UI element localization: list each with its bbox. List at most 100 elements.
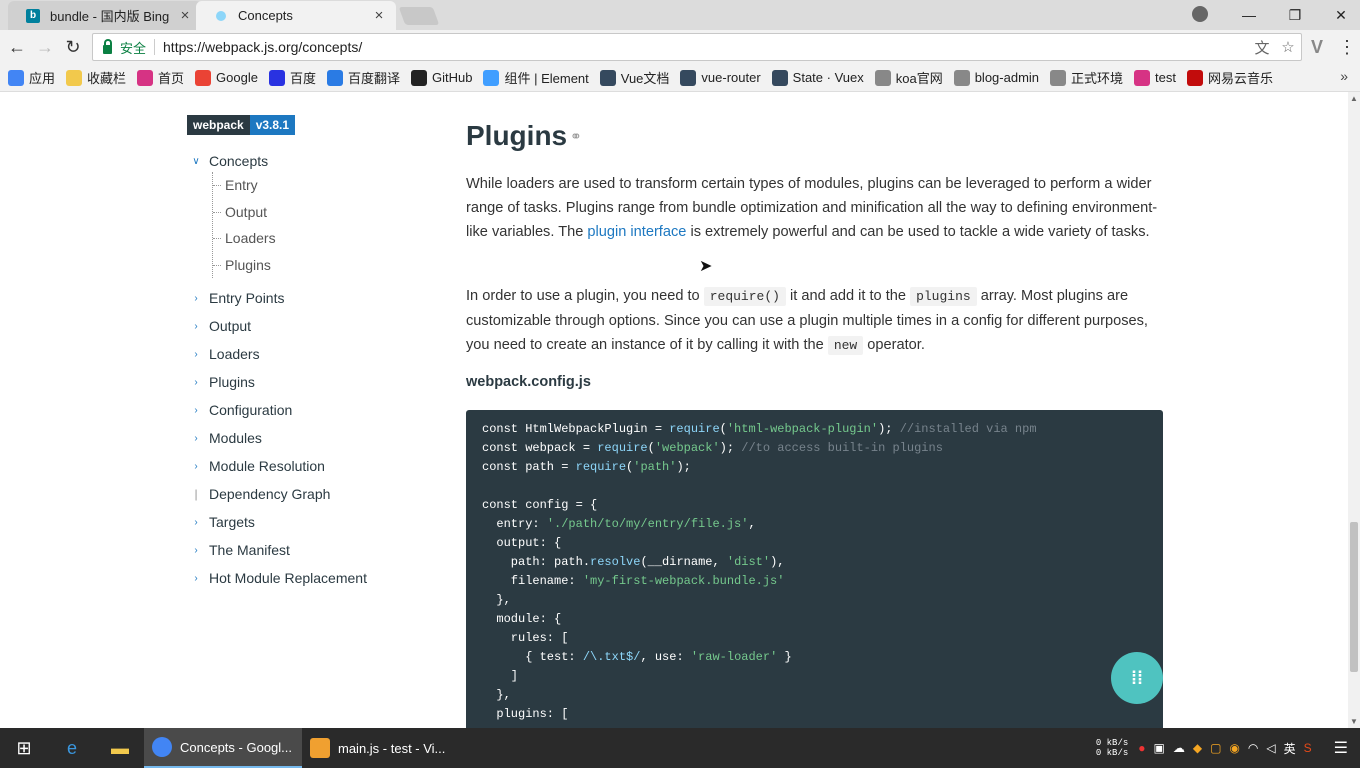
taskbar-vscode[interactable]: main.js - test - Vi... xyxy=(302,728,460,768)
tray-app-icon[interactable]: ▣ xyxy=(1154,741,1165,755)
sidebar-item[interactable]: › Modules xyxy=(190,424,440,452)
tab-bing[interactable]: b bundle - 国内版 Bing × xyxy=(8,1,202,30)
sidebar-item[interactable]: › The Manifest xyxy=(190,536,440,564)
close-icon[interactable]: × xyxy=(178,7,192,24)
bookmark-item[interactable]: vue-router xyxy=(680,69,761,86)
bookmark-item[interactable]: 百度翻译 xyxy=(326,68,400,87)
reload-button[interactable]: ↻ xyxy=(62,36,84,58)
tab-title: Concepts xyxy=(238,8,293,23)
code-token: const config = { xyxy=(482,498,598,512)
translate-icon[interactable]: 文 xyxy=(1249,37,1275,58)
sidebar-item[interactable]: › Entry Points xyxy=(190,284,440,312)
sidebar-subitem[interactable]: Entry xyxy=(213,172,440,199)
vue-devtools-icon[interactable]: V xyxy=(1306,36,1328,58)
bookmark-item[interactable]: 网易云音乐 xyxy=(1187,68,1273,87)
bookmark-label: 组件 | Element xyxy=(504,71,589,86)
bookmark-item[interactable]: 收藏栏 xyxy=(66,68,126,87)
link-icon[interactable]: ⚭ xyxy=(570,128,582,145)
sidebar-item[interactable]: › Output xyxy=(190,312,440,340)
code-token: } xyxy=(777,650,792,664)
bookmark-item[interactable]: Vue文档 xyxy=(599,68,669,87)
bookmark-item[interactable]: 首页 xyxy=(137,68,184,87)
scroll-up-icon[interactable]: ▲ xyxy=(1350,94,1358,103)
code-token: { test: xyxy=(482,650,583,664)
sidebar-item[interactable]: › Module Resolution xyxy=(190,452,440,480)
gitter-icon[interactable]: ⁞⁞ xyxy=(1111,652,1163,704)
wifi-icon[interactable]: ◠ xyxy=(1248,741,1258,755)
bookmark-star-icon[interactable]: ☆ xyxy=(1275,38,1301,56)
tab-concepts[interactable]: Concepts × xyxy=(196,1,396,30)
chevron-right-icon: › xyxy=(194,516,198,528)
sidebar-items: › Entry Points › Output › Loaders › Plugins › Con… xyxy=(190,284,440,592)
sidebar-item[interactable]: › Hot Module Replacement xyxy=(190,564,440,592)
bookmark-item[interactable]: 应用 xyxy=(8,68,55,87)
sogou-icon[interactable]: S xyxy=(1304,741,1312,755)
url-text[interactable]: https://webpack.js.org/concepts/ xyxy=(163,39,1249,55)
code-token: /\.txt$/ xyxy=(582,650,641,664)
edge-icon[interactable]: e xyxy=(48,728,96,768)
sidebar-subitem[interactable]: Loaders xyxy=(213,225,440,252)
sidebar-item[interactable]: › Configuration xyxy=(190,396,440,424)
bookmark-item[interactable]: GitHub xyxy=(411,69,472,86)
tray-app-icon[interactable]: ◉ xyxy=(1229,741,1239,755)
bookmark-item[interactable]: 组件 | Element xyxy=(483,68,589,87)
shield-icon[interactable]: ◆ xyxy=(1193,741,1202,755)
scrollbar-thumb[interactable] xyxy=(1350,522,1358,672)
code-token: 'html-webpack-plugin' xyxy=(726,422,879,436)
sidebar-label: Plugins xyxy=(209,374,255,390)
volume-icon[interactable]: ◁ xyxy=(1266,741,1275,755)
menu-icon[interactable]: ⋮ xyxy=(1336,36,1358,58)
sidebar-item[interactable]: › Plugins xyxy=(190,368,440,396)
bookmark-item[interactable]: blog-admin xyxy=(953,69,1039,86)
bookmark-icon xyxy=(771,69,788,86)
close-window-button[interactable]: ✕ xyxy=(1318,7,1360,24)
taskbar-chrome[interactable]: Concepts - Googl... xyxy=(144,728,302,768)
page-scrollbar[interactable]: ▲ ▼ xyxy=(1348,92,1360,728)
bookmark-item[interactable]: State · Vuex xyxy=(771,69,864,86)
close-icon[interactable]: × xyxy=(372,7,386,24)
forward-button[interactable]: → xyxy=(34,36,56,58)
chevron-right-icon: › xyxy=(194,460,198,472)
windows-start-icon[interactable]: ⊞ xyxy=(0,728,48,768)
net-up: 0 kB/s xyxy=(1095,738,1129,748)
file-explorer-icon[interactable]: ▬ xyxy=(96,728,144,768)
bookmark-item[interactable]: 百度 xyxy=(268,68,316,87)
sidebar-item[interactable]: | Dependency Graph xyxy=(190,480,440,508)
bookmark-item[interactable]: 正式环境 xyxy=(1050,68,1123,87)
record-icon[interactable]: ● xyxy=(1138,741,1145,755)
scroll-down-icon[interactable]: ▼ xyxy=(1350,717,1358,726)
chevron-right-icon: › xyxy=(194,572,198,584)
restore-button[interactable]: ❐ xyxy=(1272,7,1318,24)
new-tab-button[interactable] xyxy=(398,7,440,25)
sidebar-item[interactable]: › Targets xyxy=(190,508,440,536)
minimize-button[interactable]: — xyxy=(1226,7,1272,23)
bookmark-item[interactable]: Google xyxy=(195,69,258,86)
sidebar-section-concepts[interactable]: ∨ Concepts xyxy=(190,150,440,172)
profile-icon[interactable] xyxy=(1192,6,1208,22)
address-bar[interactable]: 安全 https://webpack.js.org/concepts/ 文 ☆ xyxy=(92,33,1302,61)
code-block[interactable]: const HtmlWebpackPlugin = require('html-… xyxy=(466,410,1163,728)
bookmark-item[interactable]: test xyxy=(1134,69,1176,86)
code-token: plugins: [ xyxy=(482,707,569,721)
sidebar-subitem[interactable]: Plugins xyxy=(213,252,440,279)
tray-app-icon[interactable]: ▢ xyxy=(1210,741,1221,755)
bookmark-icon xyxy=(8,69,24,86)
bookmark-label: 百度 xyxy=(289,71,316,86)
code-token: , xyxy=(748,517,756,531)
bookmark-item[interactable]: koa官网 xyxy=(874,68,943,87)
cloud-icon[interactable]: ☁ xyxy=(1173,741,1185,755)
webpack-icon xyxy=(216,11,226,21)
notification-icon[interactable]: ☰ xyxy=(1334,738,1348,758)
ime-indicator[interactable]: 英 xyxy=(1284,740,1296,757)
bookmark-icon xyxy=(411,69,427,86)
sidebar-subitem[interactable]: Output xyxy=(213,199,440,226)
back-button[interactable]: ← xyxy=(6,36,28,58)
chevron-right-icon: › xyxy=(194,404,198,416)
sidebar-item[interactable]: › Loaders xyxy=(190,340,440,368)
code-token: ] xyxy=(482,669,519,683)
bookmarks-more-icon[interactable]: » xyxy=(1340,68,1348,84)
code-token: require xyxy=(669,422,720,436)
webpack-logo[interactable]: webpack v3.8.1 xyxy=(187,115,296,135)
bookmark-icon xyxy=(66,69,83,86)
plugin-interface-link[interactable]: plugin interface xyxy=(587,224,686,240)
